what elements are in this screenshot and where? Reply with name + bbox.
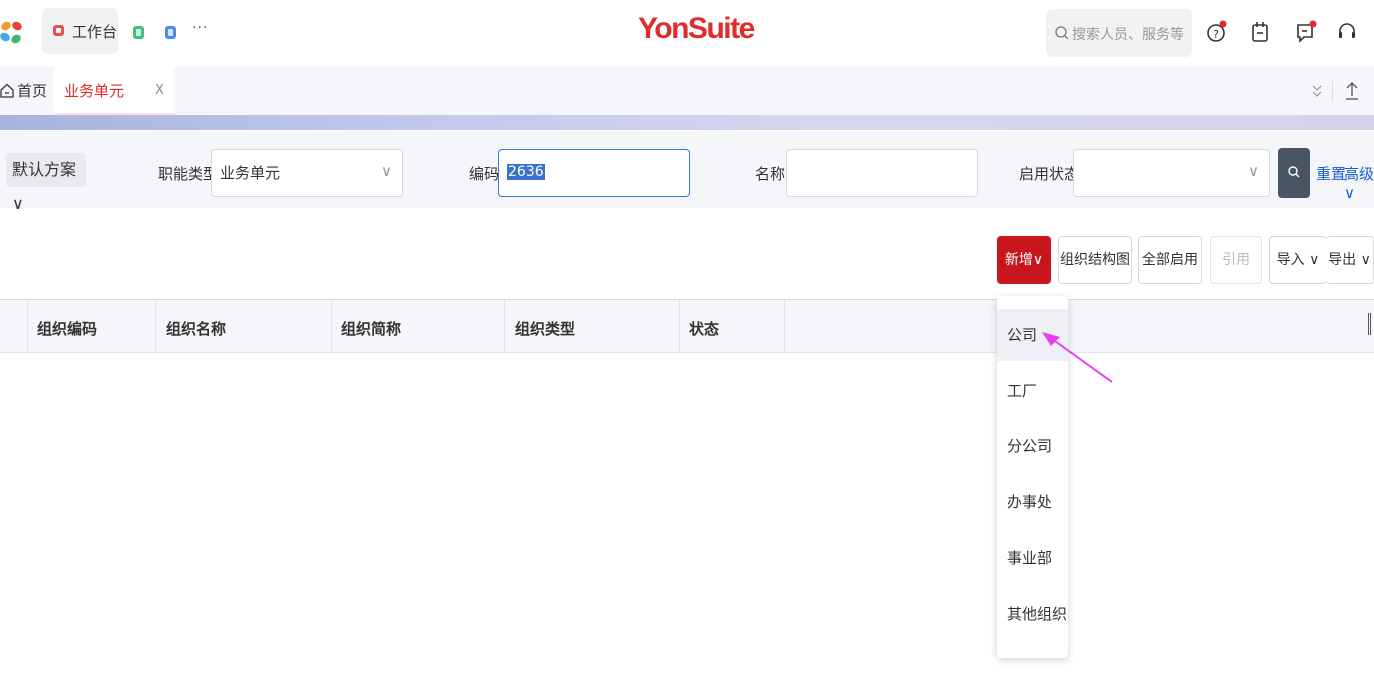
status-filter-label: 启用状态 — [1019, 165, 1080, 183]
column-header-org-code[interactable]: 组织编码 — [37, 318, 97, 339]
chevron-down-icon: ∨ — [1248, 162, 1259, 180]
brand-logo: YonSuite — [638, 12, 755, 45]
new-button[interactable]: 新增∨ — [997, 236, 1051, 284]
collapse-icon[interactable] — [1310, 83, 1324, 99]
svg-text:?: ? — [1213, 28, 1219, 41]
tab-home[interactable]: 首页 — [0, 80, 47, 101]
export-button[interactable]: 导出 ∨ — [1326, 236, 1374, 284]
top-bar: 工作台 ··· YonSuite 搜索人员、服务等 ? — [0, 0, 1374, 66]
enable-all-button[interactable]: 全部启用 — [1138, 236, 1202, 284]
advanced-filter-link[interactable]: 高级∨ — [1344, 163, 1374, 202]
name-filter-input[interactable] — [786, 149, 978, 197]
menu-item-office[interactable]: 办事处 — [997, 476, 1068, 528]
type-filter-select[interactable]: 业务单元 ∨ — [211, 149, 403, 197]
type-filter-label: 职能类型 — [158, 165, 219, 183]
divider — [1332, 81, 1333, 101]
column-header-org-name[interactable]: 组织名称 — [166, 318, 226, 339]
column-divider — [155, 300, 156, 354]
code-filter-label: 编码 — [469, 165, 500, 183]
reset-link[interactable]: 重置 — [1316, 163, 1346, 184]
menu-item-branch[interactable]: 分公司 — [997, 420, 1068, 472]
code-filter-input[interactable]: 2636 — [498, 149, 690, 197]
search-icon — [1288, 166, 1300, 178]
filter-bar: 默认方案 ∨ 职能类型 业务单元 ∨ 编码 2636 名称 启用状态 ∨ 重置 … — [0, 131, 1374, 213]
headset-icon[interactable] — [1336, 18, 1358, 46]
name-filter-label: 名称 — [755, 165, 786, 183]
page-tab-bar: 首页 业务单元 X — [0, 67, 1374, 115]
menu-item-division[interactable]: 事业部 — [997, 532, 1068, 584]
column-divider — [27, 300, 28, 354]
page-header-banner — [0, 115, 1374, 130]
help-icon[interactable]: ? — [1206, 18, 1228, 46]
search-button[interactable] — [1278, 148, 1310, 198]
column-settings-icon[interactable] — [1368, 313, 1371, 335]
column-header-org-type[interactable]: 组织类型 — [515, 318, 575, 339]
menu-item-other-org[interactable]: 其他组织 — [997, 588, 1068, 640]
app-shortcut-icon[interactable] — [165, 26, 176, 39]
workbench-icon — [53, 25, 64, 36]
type-filter-value: 业务单元 — [220, 164, 281, 182]
code-filter-value: 2636 — [507, 164, 545, 180]
home-icon — [0, 83, 14, 98]
search-icon — [1055, 26, 1069, 40]
column-divider — [331, 300, 332, 354]
annotation-arrow-icon — [1042, 332, 1113, 383]
reference-button[interactable]: 引用 — [1210, 236, 1262, 284]
more-apps-button[interactable]: ··· — [192, 20, 208, 36]
close-tab-button[interactable]: X — [155, 83, 164, 98]
workbench-tab[interactable]: 工作台 — [42, 8, 118, 54]
scheme-selector[interactable]: 默认方案 ∨ — [6, 153, 86, 213]
status-filter-select[interactable]: ∨ — [1073, 149, 1270, 197]
table-header: 组织编码 组织名称 组织简称 组织类型 状态 — [0, 299, 1374, 354]
column-divider — [504, 300, 505, 354]
calendar-icon[interactable] — [1250, 18, 1272, 46]
org-chart-button[interactable]: 组织结构图 — [1058, 236, 1132, 284]
tab-business-unit-label: 业务单元 — [64, 82, 125, 100]
workbench-label: 工作台 — [72, 23, 118, 41]
chevron-down-icon: ∨ — [381, 162, 392, 180]
global-search-input[interactable]: 搜索人员、服务等 — [1046, 9, 1192, 57]
import-button[interactable]: 导入 ∨ — [1269, 236, 1327, 284]
search-placeholder: 搜索人员、服务等 — [1072, 27, 1184, 43]
column-header-status[interactable]: 状态 — [689, 318, 719, 339]
column-divider — [679, 300, 680, 354]
tab-home-label: 首页 — [17, 82, 48, 100]
upload-icon[interactable] — [1344, 81, 1360, 101]
message-icon[interactable] — [1295, 18, 1317, 46]
column-header-org-short-name[interactable]: 组织简称 — [341, 318, 401, 339]
app-shortcut-icon[interactable] — [133, 26, 144, 39]
app-grid-logo-icon[interactable] — [0, 20, 24, 46]
tab-business-unit[interactable]: 业务单元 X — [54, 67, 174, 115]
column-divider — [784, 300, 785, 354]
